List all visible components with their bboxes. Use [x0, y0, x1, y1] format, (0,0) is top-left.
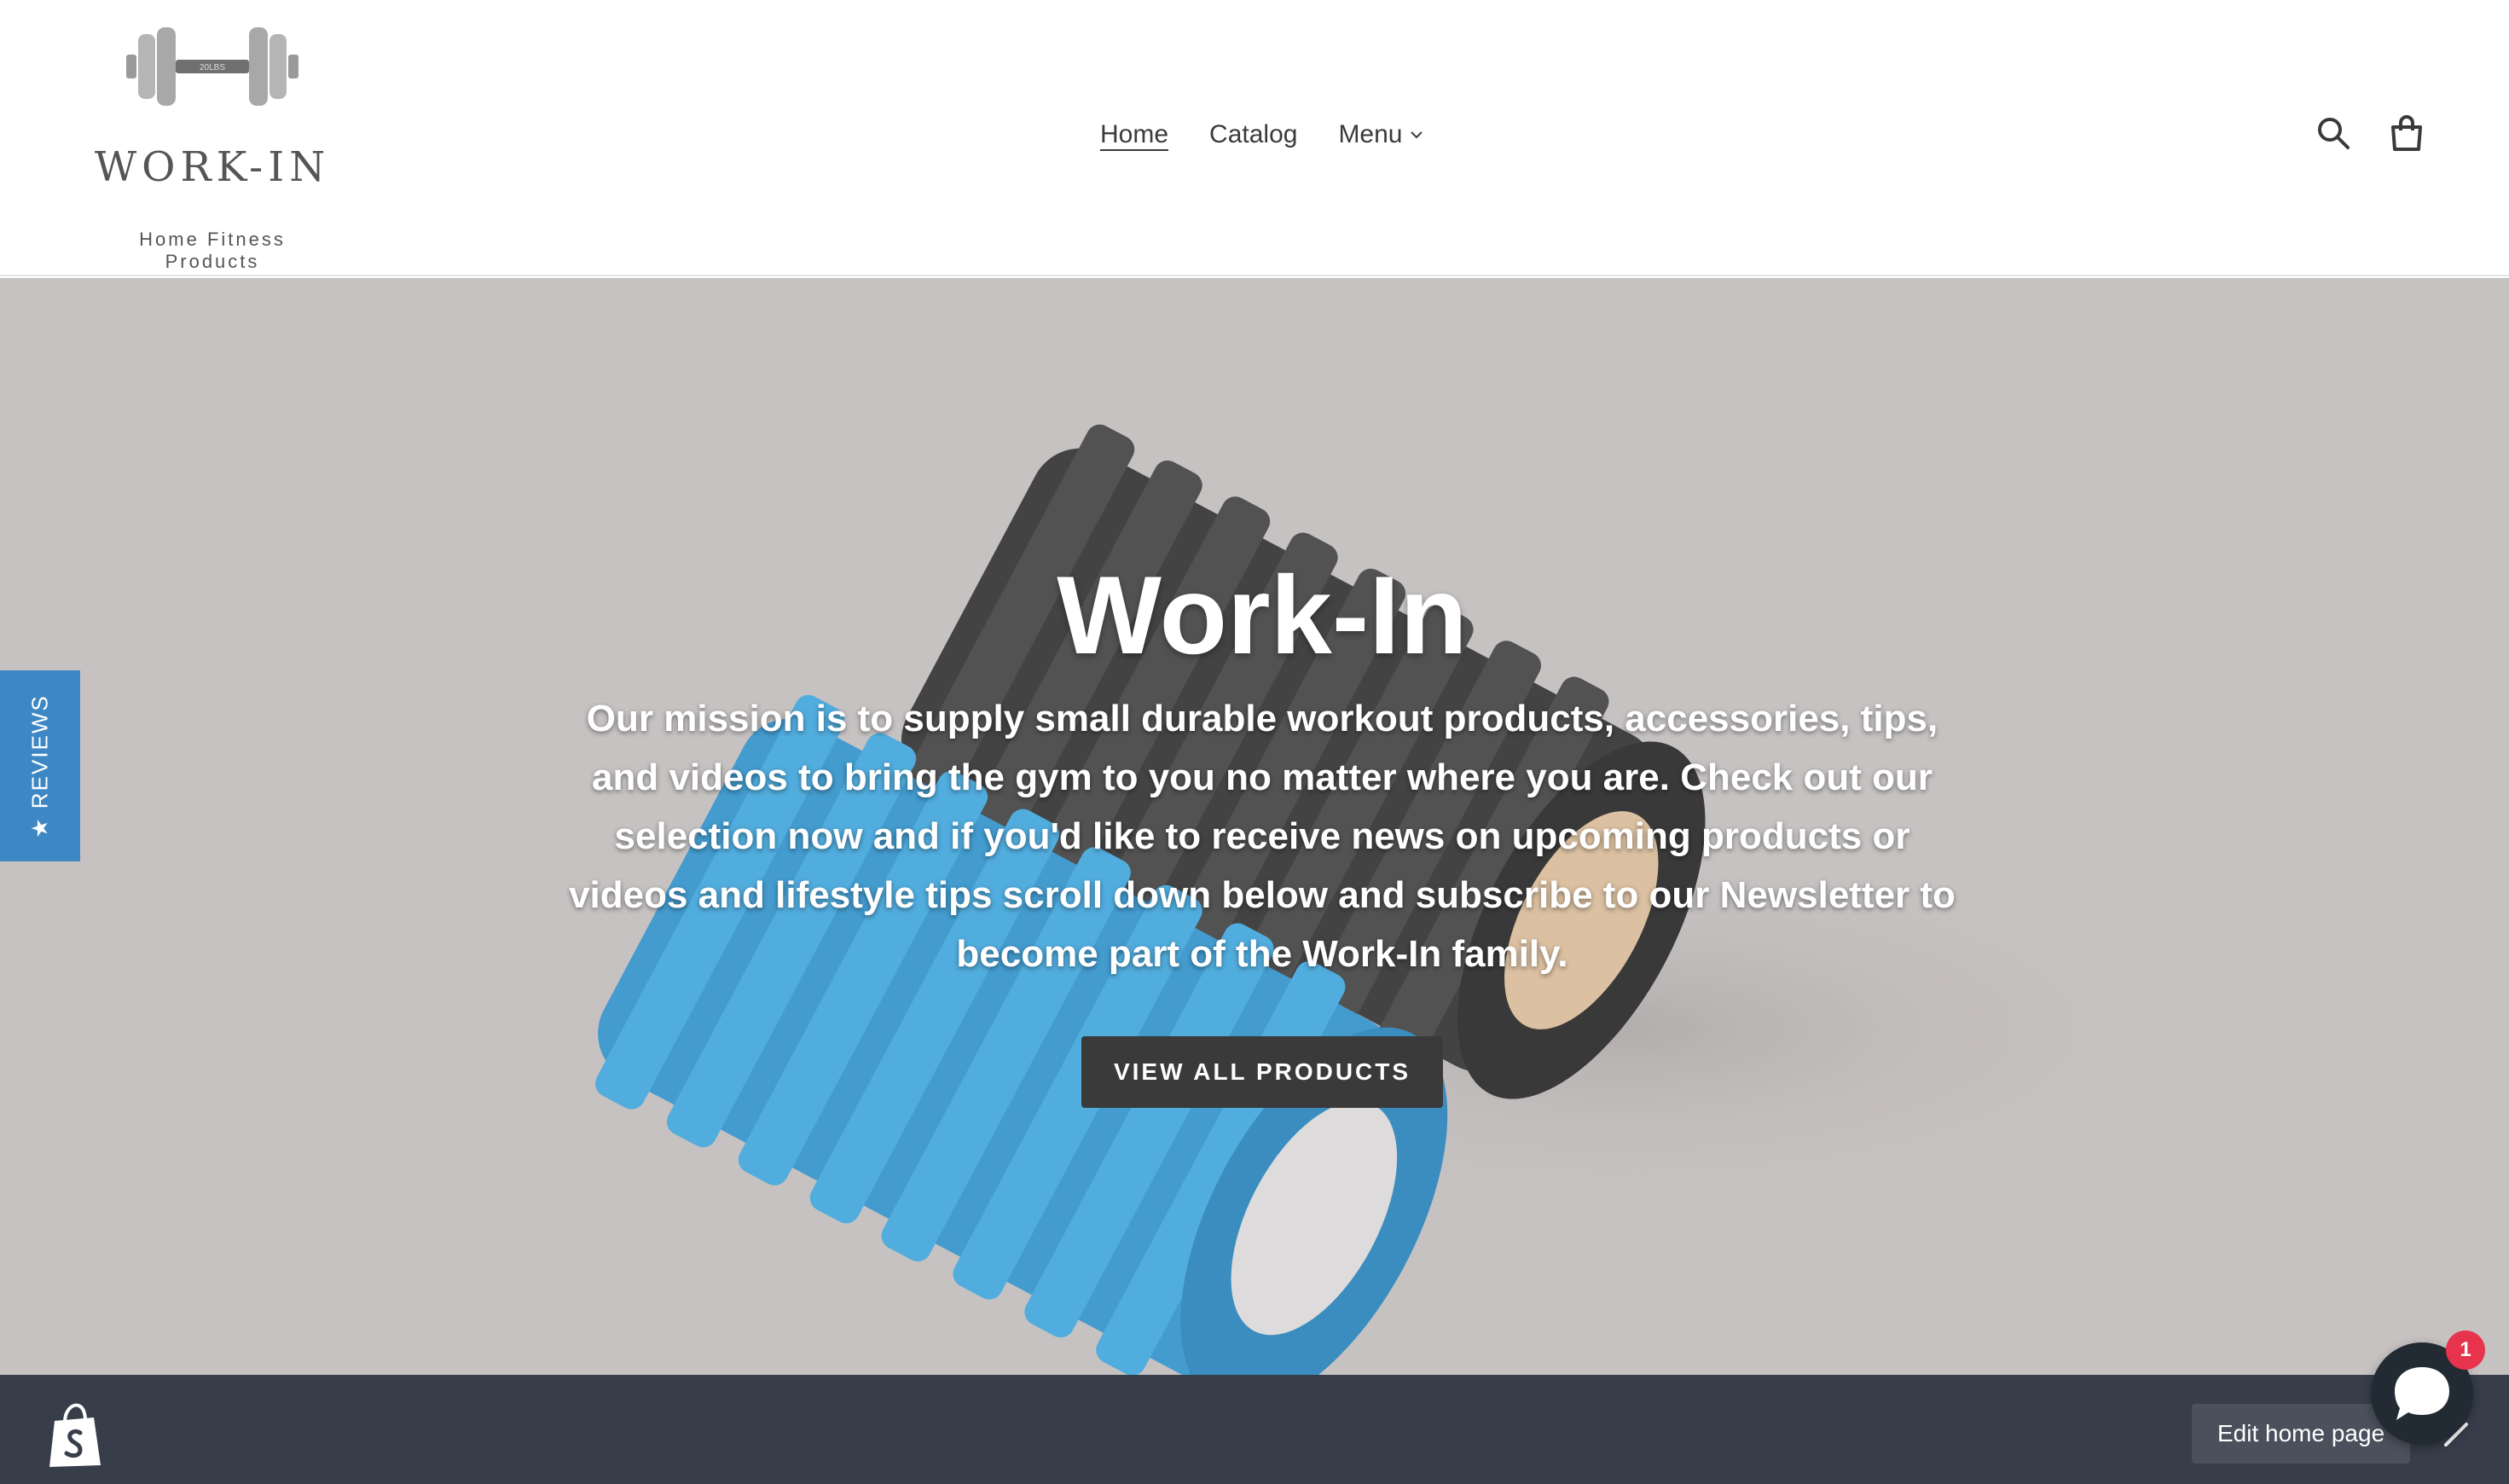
logo[interactable]: 20LBS WORK-IN Home Fitness Products — [89, 15, 336, 272]
nav-menu-label: Menu — [1338, 120, 1403, 148]
hero-text: Our mission is to supply small durable w… — [569, 698, 1956, 975]
hero-banner: Work-In Our mission is to supply small d… — [0, 278, 2509, 1375]
chat-bubble-icon — [2395, 1367, 2449, 1420]
hero-title: Work-In — [1057, 553, 1468, 677]
nav-catalog[interactable]: Catalog — [1209, 120, 1297, 149]
site-header: 20LBS WORK-IN Home Fitness Products Home… — [0, 0, 2509, 276]
logo-tagline: Home Fitness Products — [139, 229, 286, 272]
cart-button[interactable] — [2384, 111, 2429, 155]
main-nav: Home Catalog Menu — [1100, 116, 1423, 154]
header-actions — [2311, 111, 2429, 155]
logo-name: WORK-IN — [94, 143, 331, 191]
shopify-bag-icon[interactable] — [46, 1400, 106, 1469]
shopify-admin-bar: Edit home page — [0, 1375, 2509, 1484]
chevron-down-icon — [1411, 131, 1423, 139]
hero-content: Work-In Our mission is to supply small d… — [563, 551, 1961, 1108]
reviews-tab[interactable]: ★ REVIEWS — [0, 670, 80, 861]
dumbbell-weight-label: 20LBS — [200, 63, 225, 72]
search-button[interactable] — [2311, 111, 2355, 155]
reviews-tab-label: ★ REVIEWS — [26, 693, 53, 838]
nav-home[interactable]: Home — [1100, 120, 1168, 149]
nav-menu[interactable]: Menu — [1338, 120, 1423, 149]
view-all-products-button[interactable]: VIEW ALL PRODUCTS — [1081, 1036, 1444, 1108]
dumbbell-logo-icon: 20LBS — [126, 27, 298, 106]
cart-icon — [2391, 115, 2422, 151]
chat-notification-badge: 1 — [2446, 1330, 2485, 1370]
search-icon — [2318, 118, 2350, 149]
